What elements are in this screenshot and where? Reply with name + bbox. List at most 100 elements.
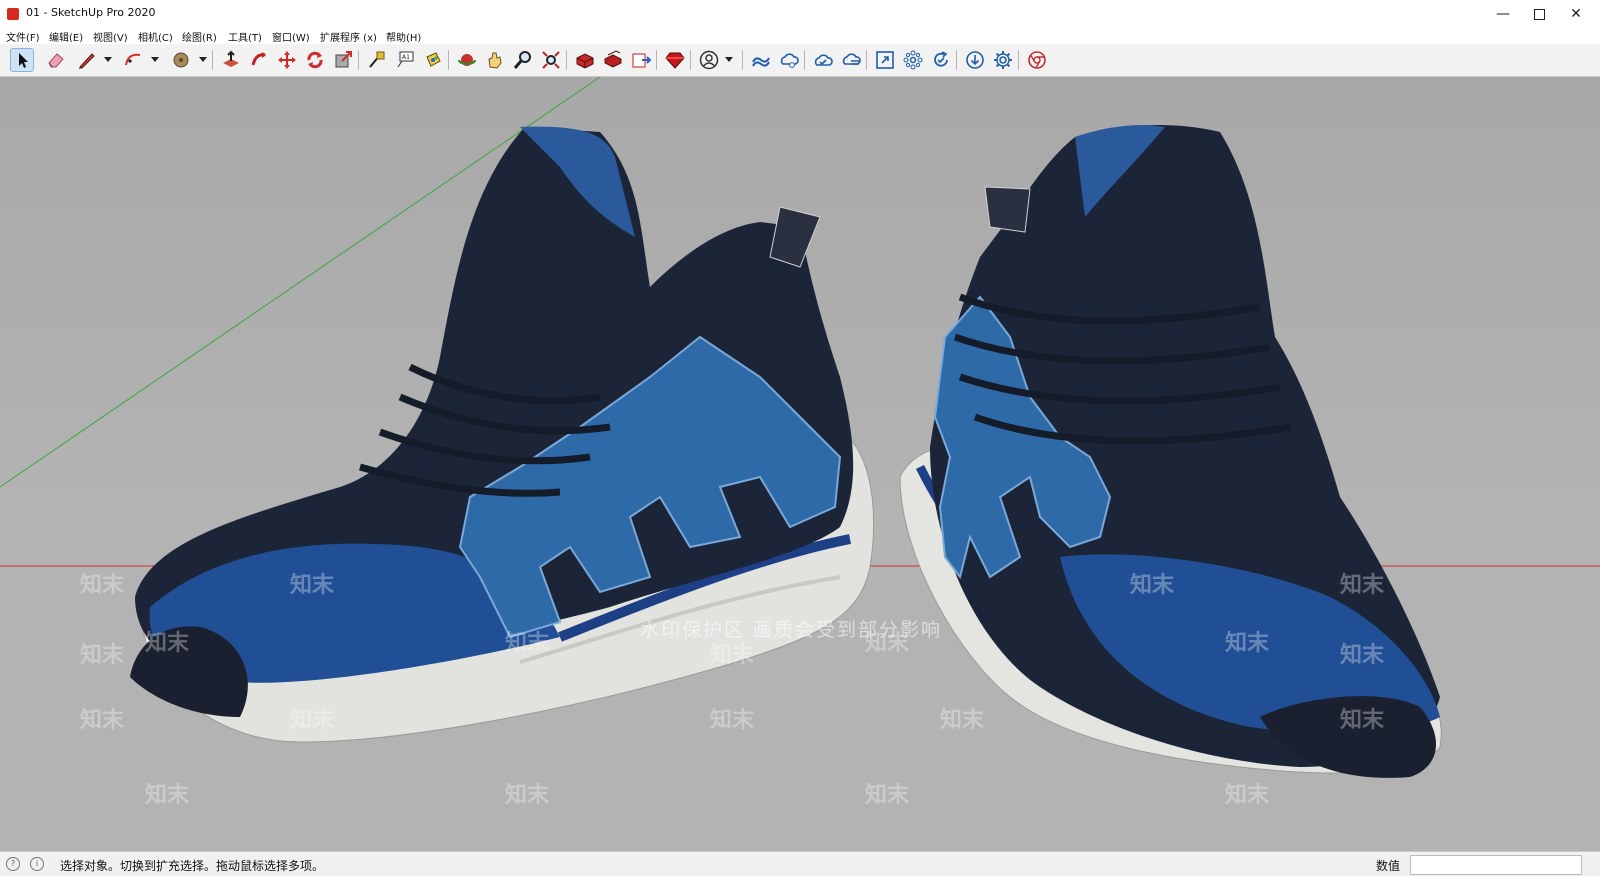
scale-tool-button[interactable] [332,49,354,71]
toolbar-separator [866,50,867,70]
watermark-text: 知末 [1340,708,1385,733]
arc-tool-dropdown-arrow-icon[interactable] [150,53,160,65]
watermark-text: 知末 [290,573,335,598]
text-tool-button[interactable]: A1 [394,49,416,71]
shape-tool-dropdown-arrow-icon[interactable] [198,53,208,65]
watermark-text: 知末 [505,783,550,808]
watermark-text: 知末 [145,783,190,808]
maximize-button[interactable] [1520,0,1558,28]
eraser-tool-button[interactable] [45,49,67,71]
menu-help[interactable]: 帮助(H) [386,29,421,44]
close-icon: ✕ [1570,6,1582,22]
zoom-icon [513,51,531,69]
watermark-text: 知末 [290,708,335,733]
toolbar-separator [1018,50,1019,70]
watermark-text: 知末 [710,708,755,733]
trimble-connect-share-button[interactable] [778,49,800,71]
geo-location-icon[interactable]: ? [6,857,20,871]
pan-tool-button[interactable] [484,49,506,71]
cloud-share-icon [780,53,799,68]
send-to-layout-button[interactable] [630,49,652,71]
watermark-text: 知末 [80,708,125,733]
trimble-connect-button[interactable] [750,49,772,71]
main-toolbar: A1 [0,44,1600,77]
cloud-sync-button[interactable] [812,49,834,71]
menu-edit[interactable]: 编辑(E) [49,29,83,44]
account-dropdown-arrow-icon[interactable] [724,53,734,65]
watermark-text: 知末 [1340,573,1385,598]
watermark-text: 知末 [865,783,910,808]
line-tool-button[interactable] [76,49,98,71]
3d-warehouse-button[interactable] [574,49,596,71]
download-icon [966,51,984,69]
arc-tool-button[interactable] [122,49,144,71]
measurements-label: 数值 [1376,859,1401,873]
cloud-icon [752,57,770,67]
close-button[interactable]: ✕ [1557,0,1595,28]
zoom-extents-tool-button[interactable] [540,49,562,71]
select-tool-button[interactable] [10,48,34,72]
settings-icon [994,51,1012,69]
window-title: 01 - SketchUp Pro 2020 [26,6,156,19]
move-icon [278,51,296,69]
push-pull-tool-button[interactable] [220,49,242,71]
extension-warehouse-icon [604,50,622,68]
toolbar-separator [956,50,957,70]
window-icon [876,51,894,69]
paint-bucket-tool-button[interactable] [422,49,444,71]
watermark-text: 知末 [1130,573,1175,598]
download-button[interactable] [964,49,986,71]
pan-icon [488,52,502,69]
refresh-button[interactable] [930,49,952,71]
components-icon [903,50,923,70]
shoes-3d-model[interactable] [0,77,1600,851]
scale-icon [335,51,352,68]
toolbar-separator [656,50,657,70]
components-button[interactable] [902,49,924,71]
minimize-button[interactable]: — [1484,0,1522,28]
rotate-tool-button[interactable] [304,49,326,71]
cloud-upload-button[interactable] [840,49,862,71]
orbit-tool-button[interactable] [456,49,478,71]
menu-file[interactable]: 文件(F) [6,29,40,44]
minimize-icon: — [1496,6,1510,22]
push-pull-icon [223,50,239,67]
account-button[interactable] [698,49,720,71]
follow-me-tool-button[interactable] [248,49,270,71]
rotate-icon [307,51,323,69]
measurements-input[interactable] [1410,855,1582,875]
menu-extensions[interactable]: 扩展程序 (x) [320,29,377,44]
zoom-tool-button[interactable] [512,49,534,71]
line-tool-dropdown-arrow-icon[interactable] [103,53,113,65]
eraser-icon [48,53,64,68]
paint-bucket-icon [426,52,441,67]
watermark-text: 知末 [940,708,985,733]
toolbar-separator [690,50,691,70]
watermark-text: 知末 [80,643,125,668]
chrome-icon [1028,51,1046,69]
menu-window[interactable]: 窗口(W) [272,29,310,44]
menu-draw[interactable]: 绘图(R) [182,29,217,44]
move-tool-button[interactable] [276,49,298,71]
menu-view[interactable]: 视图(V) [93,29,128,44]
open-window-button[interactable] [874,49,896,71]
model-viewport[interactable]: 水印保护区 画质会受到部分影响 知末 知末 知末 知末 知末 知末 知末 知末 … [0,77,1600,851]
orbit-icon [458,54,476,66]
cloud-upload-icon [842,53,861,65]
tape-measure-tool-button[interactable] [366,49,388,71]
toolbar-separator [448,50,449,70]
settings-button[interactable] [992,49,1014,71]
ruby-console-button[interactable] [664,49,686,71]
instructor-info-icon[interactable]: i [30,857,44,871]
menu-camera[interactable]: 相机(C) [138,29,173,44]
extension-warehouse-button[interactable] [602,49,624,71]
menu-tools[interactable]: 工具(T) [228,29,262,44]
toolbar-separator [212,50,213,70]
watermark-text: 知末 [80,573,125,598]
zoom-extents-icon [542,51,560,69]
refresh-icon [934,51,948,67]
browser-button[interactable] [1026,49,1048,71]
toolbar-separator [742,50,743,70]
shape-tool-button[interactable] [170,49,192,71]
watermark-text: 知末 [865,631,910,656]
